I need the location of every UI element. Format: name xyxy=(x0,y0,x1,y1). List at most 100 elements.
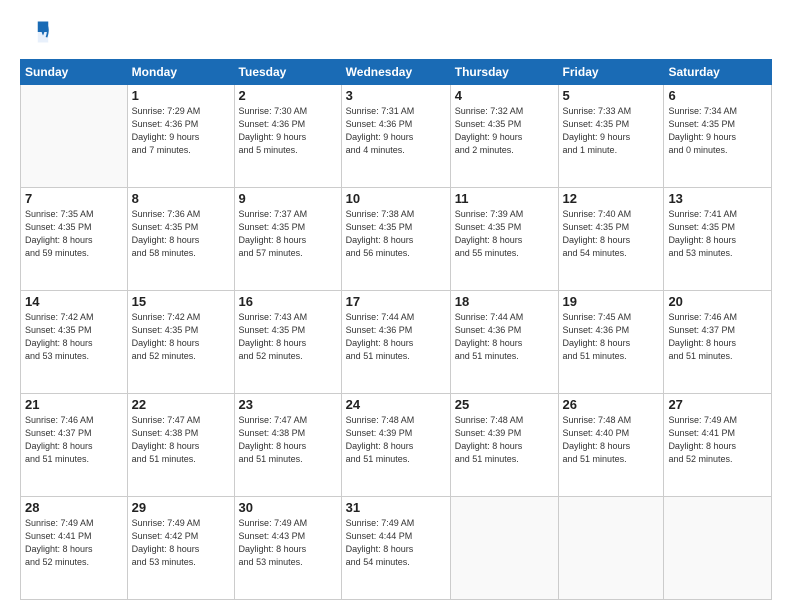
day-cell: 8Sunrise: 7:36 AMSunset: 4:35 PMDaylight… xyxy=(127,188,234,291)
week-row-3: 21Sunrise: 7:46 AMSunset: 4:37 PMDayligh… xyxy=(21,394,772,497)
day-cell: 14 Sunrise: 7:42 AMSunset: 4:35 PMDayligh… xyxy=(21,291,128,394)
header xyxy=(20,18,772,51)
day-cell: 27 Sunrise: 7:49 AMSunset: 4:41 PMDayligh… xyxy=(664,394,772,497)
day-info: Sunrise: 7:30 AMSunset: 4:36 PMDaylight:… xyxy=(239,105,337,157)
day-info: Sunrise: 7:42 AMSunset: 4:35 PMDaylight:… xyxy=(25,311,123,363)
day-number: 30 xyxy=(239,500,337,515)
weekday-header-row: SundayMondayTuesdayWednesdayThursdayFrid… xyxy=(21,60,772,85)
day-info: Sunrise: 7:38 AMSunset: 4:35 PMDaylight:… xyxy=(346,208,446,260)
day-info: Sunrise: 7:36 AMSunset: 4:35 PMDaylight:… xyxy=(132,208,230,260)
day-info: Sunrise: 7:32 AMSunset: 4:35 PMDaylight:… xyxy=(455,105,554,157)
day-cell: 29 Sunrise: 7:49 AMSunset: 4:42 PMDayligh… xyxy=(127,497,234,600)
day-number: 31 xyxy=(346,500,446,515)
day-info: Sunrise: 7:49 AMSunset: 4:41 PMDaylight:… xyxy=(25,517,123,569)
day-info: Sunrise: 7:46 AMSunset: 4:37 PMDaylight:… xyxy=(25,414,123,466)
day-info: Sunrise: 7:43 AMSunset: 4:35 PMDaylight:… xyxy=(239,311,337,363)
day-info: Sunrise: 7:31 AMSunset: 4:36 PMDaylight:… xyxy=(346,105,446,157)
day-cell: 20 Sunrise: 7:46 AMSunset: 4:37 PMDayligh… xyxy=(664,291,772,394)
day-number: 16 xyxy=(239,294,337,309)
day-cell: 10 Sunrise: 7:38 AMSunset: 4:35 PMDayligh… xyxy=(341,188,450,291)
day-cell: 7Sunrise: 7:35 AMSunset: 4:35 PMDaylight… xyxy=(21,188,128,291)
day-cell: 2 Sunrise: 7:30 AMSunset: 4:36 PMDaylight… xyxy=(234,85,341,188)
weekday-header-tuesday: Tuesday xyxy=(234,60,341,85)
day-cell: 1 Sunrise: 7:29 AMSunset: 4:36 PMDaylight… xyxy=(127,85,234,188)
day-number: 5 xyxy=(563,88,660,103)
day-cell: 9 Sunrise: 7:37 AMSunset: 4:35 PMDaylight… xyxy=(234,188,341,291)
weekday-header-thursday: Thursday xyxy=(450,60,558,85)
day-number: 18 xyxy=(455,294,554,309)
day-number: 3 xyxy=(346,88,446,103)
day-info: Sunrise: 7:37 AMSunset: 4:35 PMDaylight:… xyxy=(239,208,337,260)
day-info: Sunrise: 7:49 AMSunset: 4:41 PMDaylight:… xyxy=(668,414,767,466)
day-info: Sunrise: 7:33 AMSunset: 4:35 PMDaylight:… xyxy=(563,105,660,157)
day-cell: 21Sunrise: 7:46 AMSunset: 4:37 PMDayligh… xyxy=(21,394,128,497)
day-info: Sunrise: 7:48 AMSunset: 4:39 PMDaylight:… xyxy=(455,414,554,466)
day-cell: 5 Sunrise: 7:33 AMSunset: 4:35 PMDaylight… xyxy=(558,85,664,188)
day-cell: 11Sunrise: 7:39 AMSunset: 4:35 PMDayligh… xyxy=(450,188,558,291)
day-number: 10 xyxy=(346,191,446,206)
day-number: 2 xyxy=(239,88,337,103)
day-number: 1 xyxy=(132,88,230,103)
day-number: 24 xyxy=(346,397,446,412)
logo xyxy=(20,18,50,51)
day-number: 9 xyxy=(239,191,337,206)
week-row-2: 14 Sunrise: 7:42 AMSunset: 4:35 PMDayligh… xyxy=(21,291,772,394)
day-cell: 22 Sunrise: 7:47 AMSunset: 4:38 PMDayligh… xyxy=(127,394,234,497)
day-number: 27 xyxy=(668,397,767,412)
day-info: Sunrise: 7:47 AMSunset: 4:38 PMDaylight:… xyxy=(239,414,337,466)
day-number: 20 xyxy=(668,294,767,309)
day-number: 4 xyxy=(455,88,554,103)
week-row-1: 7Sunrise: 7:35 AMSunset: 4:35 PMDaylight… xyxy=(21,188,772,291)
day-number: 13 xyxy=(668,191,767,206)
day-number: 17 xyxy=(346,294,446,309)
day-info: Sunrise: 7:49 AMSunset: 4:44 PMDaylight:… xyxy=(346,517,446,569)
day-info: Sunrise: 7:44 AMSunset: 4:36 PMDaylight:… xyxy=(455,311,554,363)
day-number: 14 xyxy=(25,294,123,309)
day-number: 11 xyxy=(455,191,554,206)
day-number: 26 xyxy=(563,397,660,412)
day-number: 12 xyxy=(563,191,660,206)
day-cell: 31 Sunrise: 7:49 AMSunset: 4:44 PMDayligh… xyxy=(341,497,450,600)
day-cell xyxy=(21,85,128,188)
day-number: 19 xyxy=(563,294,660,309)
day-number: 25 xyxy=(455,397,554,412)
weekday-header-friday: Friday xyxy=(558,60,664,85)
day-info: Sunrise: 7:46 AMSunset: 4:37 PMDaylight:… xyxy=(668,311,767,363)
day-number: 15 xyxy=(132,294,230,309)
calendar-table: SundayMondayTuesdayWednesdayThursdayFrid… xyxy=(20,59,772,600)
day-number: 28 xyxy=(25,500,123,515)
day-info: Sunrise: 7:40 AMSunset: 4:35 PMDaylight:… xyxy=(563,208,660,260)
day-cell: 16 Sunrise: 7:43 AMSunset: 4:35 PMDayligh… xyxy=(234,291,341,394)
week-row-4: 28 Sunrise: 7:49 AMSunset: 4:41 PMDayligh… xyxy=(21,497,772,600)
day-cell: 4 Sunrise: 7:32 AMSunset: 4:35 PMDaylight… xyxy=(450,85,558,188)
calendar-page: SundayMondayTuesdayWednesdayThursdayFrid… xyxy=(0,0,792,612)
week-row-0: 1 Sunrise: 7:29 AMSunset: 4:36 PMDaylight… xyxy=(21,85,772,188)
day-cell: 13Sunrise: 7:41 AMSunset: 4:35 PMDayligh… xyxy=(664,188,772,291)
day-info: Sunrise: 7:48 AMSunset: 4:40 PMDaylight:… xyxy=(563,414,660,466)
day-number: 23 xyxy=(239,397,337,412)
day-number: 29 xyxy=(132,500,230,515)
logo-icon xyxy=(22,18,50,46)
day-info: Sunrise: 7:45 AMSunset: 4:36 PMDaylight:… xyxy=(563,311,660,363)
day-number: 6 xyxy=(668,88,767,103)
day-cell: 23 Sunrise: 7:47 AMSunset: 4:38 PMDayligh… xyxy=(234,394,341,497)
day-cell: 28 Sunrise: 7:49 AMSunset: 4:41 PMDayligh… xyxy=(21,497,128,600)
day-cell: 19 Sunrise: 7:45 AMSunset: 4:36 PMDayligh… xyxy=(558,291,664,394)
day-cell xyxy=(558,497,664,600)
day-info: Sunrise: 7:34 AMSunset: 4:35 PMDaylight:… xyxy=(668,105,767,157)
day-number: 22 xyxy=(132,397,230,412)
day-info: Sunrise: 7:49 AMSunset: 4:42 PMDaylight:… xyxy=(132,517,230,569)
day-info: Sunrise: 7:47 AMSunset: 4:38 PMDaylight:… xyxy=(132,414,230,466)
day-cell xyxy=(664,497,772,600)
day-info: Sunrise: 7:49 AMSunset: 4:43 PMDaylight:… xyxy=(239,517,337,569)
weekday-header-monday: Monday xyxy=(127,60,234,85)
weekday-header-saturday: Saturday xyxy=(664,60,772,85)
day-cell: 26 Sunrise: 7:48 AMSunset: 4:40 PMDayligh… xyxy=(558,394,664,497)
day-cell: 12 Sunrise: 7:40 AMSunset: 4:35 PMDayligh… xyxy=(558,188,664,291)
day-cell: 6 Sunrise: 7:34 AMSunset: 4:35 PMDaylight… xyxy=(664,85,772,188)
day-info: Sunrise: 7:44 AMSunset: 4:36 PMDaylight:… xyxy=(346,311,446,363)
day-cell: 25 Sunrise: 7:48 AMSunset: 4:39 PMDayligh… xyxy=(450,394,558,497)
day-info: Sunrise: 7:48 AMSunset: 4:39 PMDaylight:… xyxy=(346,414,446,466)
day-cell: 30 Sunrise: 7:49 AMSunset: 4:43 PMDayligh… xyxy=(234,497,341,600)
day-info: Sunrise: 7:29 AMSunset: 4:36 PMDaylight:… xyxy=(132,105,230,157)
